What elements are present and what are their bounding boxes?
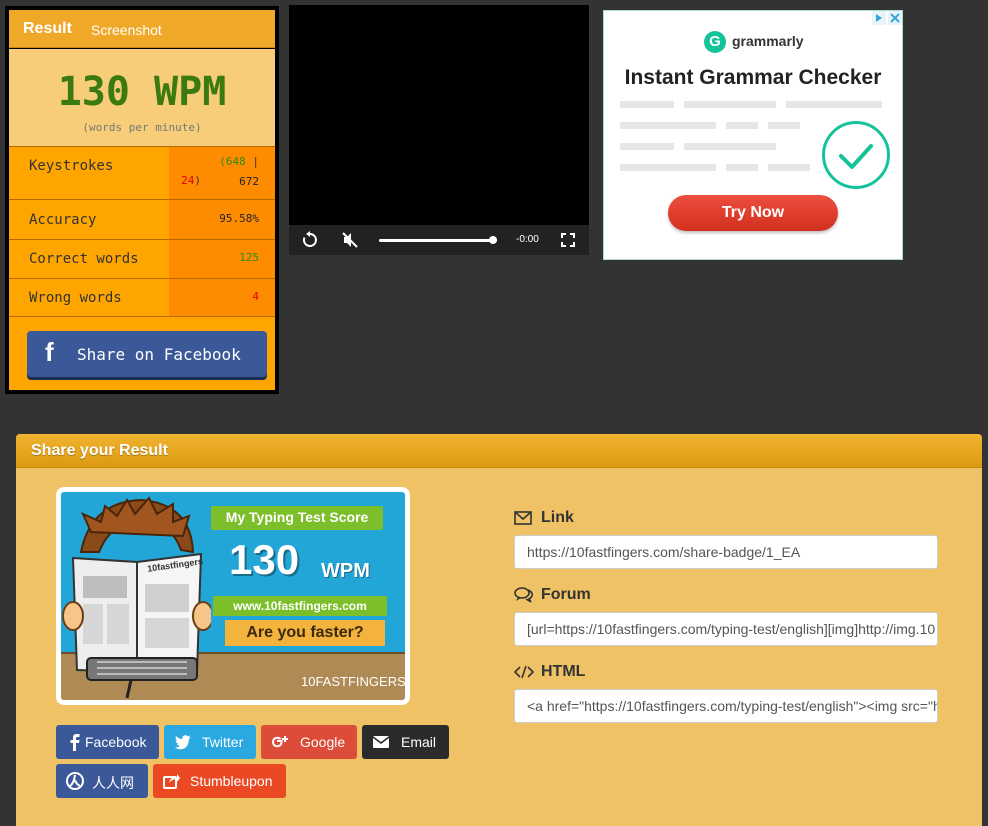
seek-handle[interactable] xyxy=(489,236,498,244)
wpm-value: 130 WPM xyxy=(57,69,227,115)
stat-row-keystrokes: Keystrokes (648 | 24) 672 xyxy=(9,146,275,199)
share-on-facebook-button[interactable]: f Share on Facebook xyxy=(27,331,267,377)
result-share-area: f Share on Facebook xyxy=(9,316,275,390)
link-field[interactable]: https://10fastfingers.com/share-badge/1_… xyxy=(514,535,938,569)
envelope-icon xyxy=(372,736,390,748)
badge-image: 10fastfingers My Typing Test Score 130 W… xyxy=(61,492,405,700)
ad-text-line xyxy=(620,143,674,150)
grammarly-icon: G xyxy=(704,31,726,53)
keystrokes-label: Keystrokes xyxy=(29,158,114,174)
share-on-facebook-label: Share on Facebook xyxy=(77,345,241,364)
wpm-display: 130 WPM (words per minute) xyxy=(9,49,275,146)
facebook-icon: f xyxy=(45,337,54,367)
share-arrow-icon xyxy=(163,774,180,789)
grammarly-wordmark: grammarly xyxy=(732,33,804,49)
checkmark-icon xyxy=(822,121,890,189)
stumbleupon-share-button[interactable]: Stumbleupon xyxy=(153,764,286,798)
ad-text-line xyxy=(684,143,776,150)
keystrokes-wrong: 24) xyxy=(181,174,201,187)
ad-headline: Instant Grammar Checker xyxy=(624,66,882,89)
keystrokes-total: 672 xyxy=(239,175,259,188)
tab-result[interactable]: Result xyxy=(23,20,72,38)
badge-cta: Are you faster? xyxy=(225,620,385,646)
stat-row-wrong-words: Wrong words 4 xyxy=(9,278,275,316)
google-share-button[interactable]: Google xyxy=(261,725,357,759)
share-panel-title: Share your Result xyxy=(31,442,168,459)
keystrokes-correct: (648 | xyxy=(219,155,259,168)
badge-url: www.10fastfingers.com xyxy=(213,596,387,616)
twitter-icon xyxy=(175,735,191,750)
replay-icon[interactable] xyxy=(301,231,319,249)
result-panel: Result Screenshot 130 WPM (words per min… xyxy=(5,6,279,394)
correct-words-label: Correct words xyxy=(29,251,139,267)
video-controls: -0:00 xyxy=(289,225,589,255)
renren-share-button[interactable]: 人人网 xyxy=(56,764,148,798)
facebook-icon xyxy=(70,734,80,751)
twitter-share-button[interactable]: Twitter xyxy=(164,725,256,759)
ad-text-line xyxy=(786,101,882,108)
renren-icon xyxy=(66,772,84,790)
share-result-panel: Share your Result 10fastfingers My Typin… xyxy=(16,434,982,826)
ad-choices-icon[interactable] xyxy=(872,11,902,25)
ad-text-line xyxy=(684,101,776,108)
stat-row-accuracy: Accuracy 95.58% xyxy=(9,199,275,239)
wpm-caption: (words per minute) xyxy=(82,121,202,134)
ad-text-line xyxy=(768,122,800,129)
ad-text-line xyxy=(620,101,674,108)
grammarly-ad[interactable]: G grammarly Instant Grammar Checker Try … xyxy=(603,10,903,260)
score-badge: 10fastfingers My Typing Test Score 130 W… xyxy=(56,487,410,705)
ad-text-line xyxy=(620,122,716,129)
html-field[interactable]: <a href="https://10fastfingers.com/typin… xyxy=(514,689,938,723)
accuracy-value: 95.58% xyxy=(219,212,259,225)
comments-icon xyxy=(514,587,533,603)
badge-logo: 10FASTFINGERS xyxy=(301,674,405,689)
result-tabs: Result Screenshot xyxy=(9,10,275,48)
google-plus-icon xyxy=(271,736,288,748)
envelope-icon xyxy=(514,511,532,525)
ad-text-line xyxy=(726,122,758,129)
tab-screenshot[interactable]: Screenshot xyxy=(91,22,162,38)
reader-illustration-icon xyxy=(62,496,211,699)
video-player[interactable]: -0:00 xyxy=(289,5,589,255)
wrong-words-label: Wrong words xyxy=(29,290,122,306)
time-remaining: -0:00 xyxy=(516,234,539,245)
accuracy-label: Accuracy xyxy=(29,212,97,228)
code-icon xyxy=(514,665,534,679)
seek-bar[interactable] xyxy=(379,239,497,242)
stat-row-correct-words: Correct words 125 xyxy=(9,239,275,278)
correct-words-value: 125 xyxy=(239,251,259,264)
forum-field[interactable]: [url=https://10fastfingers.com/typing-te… xyxy=(514,612,938,646)
badge-score: 130 xyxy=(229,536,300,583)
badge-title: My Typing Test Score xyxy=(211,506,383,530)
facebook-share-button[interactable]: Facebook xyxy=(56,725,159,759)
try-now-button[interactable]: Try Now xyxy=(668,195,838,231)
ad-text-line xyxy=(768,164,810,171)
ad-text-line xyxy=(620,164,716,171)
wrong-words-value: 4 xyxy=(252,290,259,303)
email-share-button[interactable]: Email xyxy=(362,725,449,759)
badge-unit: WPM xyxy=(321,560,370,582)
ad-text-line xyxy=(726,164,758,171)
share-panel-header: Share your Result xyxy=(16,434,982,468)
fullscreen-icon[interactable] xyxy=(561,233,575,247)
mute-icon[interactable] xyxy=(341,231,359,249)
